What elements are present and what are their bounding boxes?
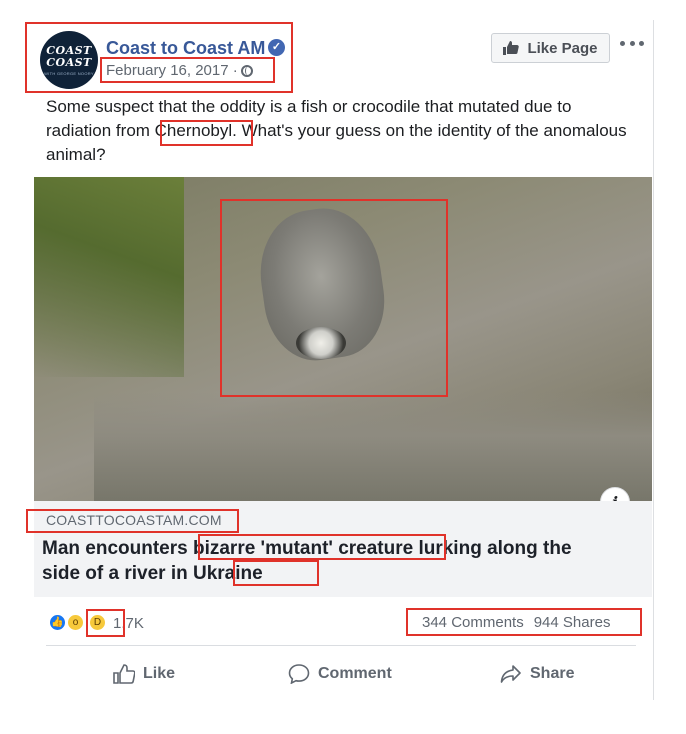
link-domain: COASTTOCOASTAM.COM [46, 512, 222, 528]
thumbs-up-icon [503, 41, 520, 55]
reaction-count[interactable]: 1.7K [113, 615, 144, 632]
thumbs-up-icon [113, 664, 135, 684]
verified-badge-icon: ✓ [268, 39, 285, 56]
like-page-button[interactable]: Like Page [491, 33, 610, 63]
wow-reaction-icon[interactable]: o [66, 613, 85, 632]
comment-label: Comment [318, 665, 392, 682]
comment-icon [288, 664, 310, 684]
post-timestamp[interactable]: February 16, 2017 · [106, 62, 253, 79]
haha-reaction-icon[interactable]: D [88, 613, 107, 632]
media-grass [34, 177, 184, 377]
globe-icon [240, 65, 253, 77]
media-water [94, 392, 652, 501]
page-name-link[interactable]: Coast to Coast AM [106, 38, 265, 59]
like-label: Like [143, 665, 176, 682]
post-message: Some suspect that the oddity is a fish o… [46, 97, 627, 164]
card-border [653, 20, 654, 700]
avatar-logo-line2: COAST [46, 55, 92, 69]
comments-count[interactable]: 344 Comments [422, 614, 524, 631]
like-page-label: Like Page [527, 39, 598, 57]
avatar-logo-line1: COAST [46, 43, 92, 57]
page-avatar[interactable]: COAST COAST WITH GEORGE NOORY [40, 31, 98, 89]
like-reaction-icon[interactable]: 👍 [48, 613, 67, 632]
shares-count[interactable]: 944 Shares [534, 614, 611, 631]
share-icon [500, 665, 521, 683]
avatar-logo-line3: WITH GEORGE NOORY [44, 70, 94, 76]
facebook-post-card: COAST COAST WITH GEORGE NOORY Coast to C… [0, 0, 686, 734]
share-button[interactable]: Share [500, 660, 574, 688]
post-date-text: February 16, 2017 · [106, 62, 238, 79]
share-label: Share [530, 665, 575, 682]
comment-button[interactable]: Comment [288, 660, 392, 688]
more-options-icon[interactable] [620, 33, 644, 53]
link-title[interactable]: Man encounters bizarre 'mutant' creature… [42, 536, 602, 586]
action-divider [46, 645, 636, 646]
creature-head [296, 327, 346, 359]
post-video-thumbnail[interactable] [34, 177, 652, 501]
like-button[interactable]: Like [113, 660, 175, 688]
engagement-stats: 344 Comments 944 Shares [422, 614, 620, 631]
